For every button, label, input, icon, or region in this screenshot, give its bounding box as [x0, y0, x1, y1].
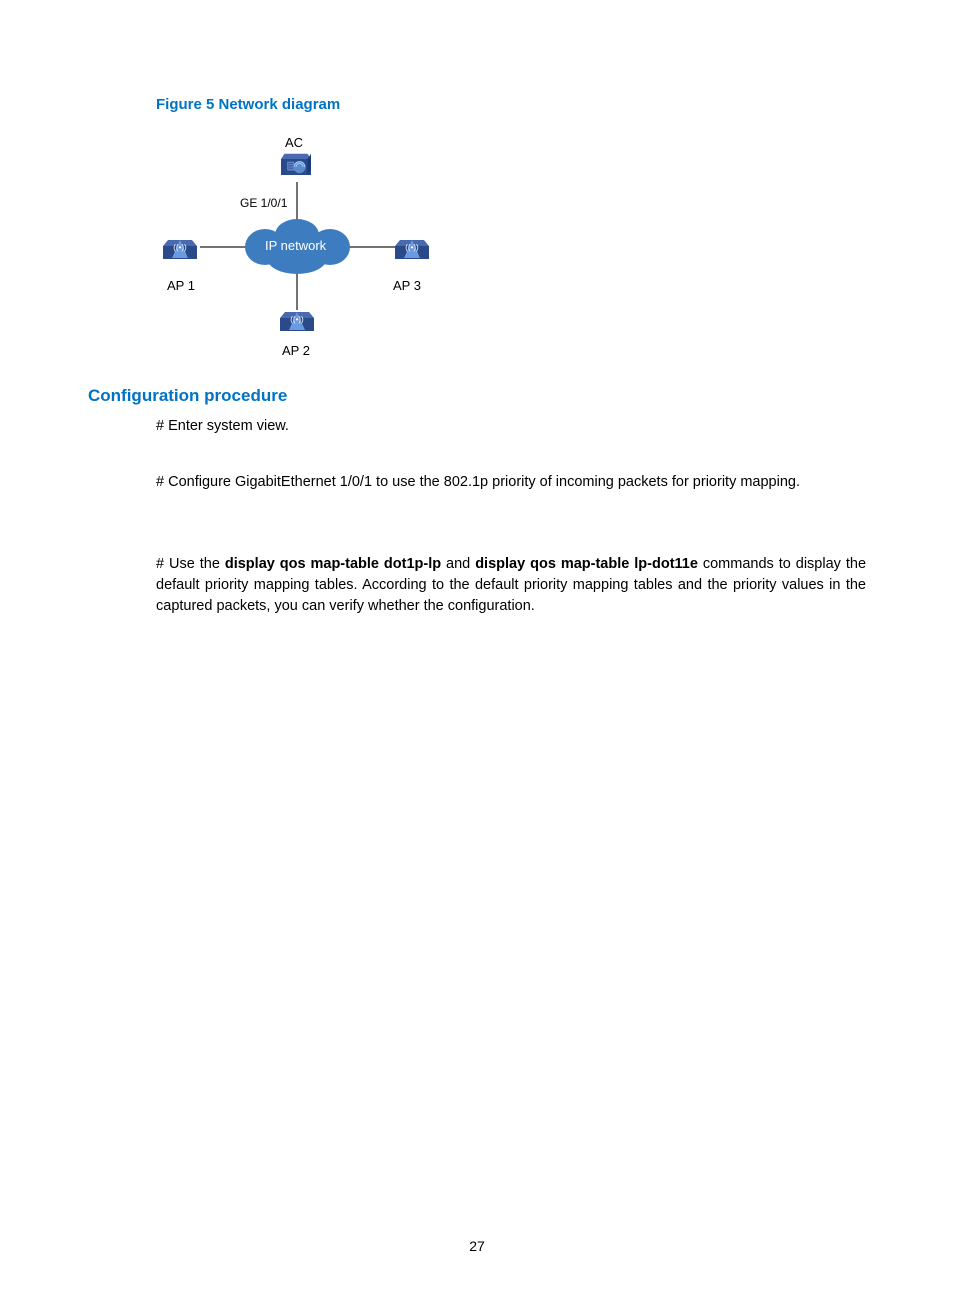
- figure-title: Figure 5 Network diagram: [156, 96, 340, 113]
- p3-cmd1: display qos map-table dot1p-lp: [225, 556, 441, 572]
- p3-cmd2: display qos map-table lp-dot11e: [475, 556, 698, 572]
- p3-text-mid: and: [441, 556, 475, 572]
- page-number: 27: [0, 1238, 954, 1254]
- paragraph-1: # Enter system view.: [156, 416, 866, 437]
- ap2-device-icon: ((•)): [277, 308, 317, 336]
- paragraph-2: # Configure GigabitEthernet 1/0/1 to use…: [156, 472, 866, 493]
- ap3-device-icon: ((•)): [392, 236, 432, 264]
- ip-network-label: IP network: [265, 238, 326, 253]
- svg-text:((•)): ((•)): [405, 243, 419, 252]
- ap3-label: AP 3: [393, 278, 421, 293]
- ap1-device-icon: ((•)): [160, 236, 200, 264]
- p3-text-pre: # Use the: [156, 556, 225, 572]
- section-heading: Configuration procedure: [88, 386, 287, 406]
- ac-device-icon: [278, 152, 314, 182]
- paragraph-3: # Use the display qos map-table dot1p-lp…: [156, 554, 866, 617]
- ge-interface-label: GE 1/0/1: [240, 196, 287, 210]
- svg-text:((•)): ((•)): [290, 315, 304, 324]
- svg-text:((•)): ((•)): [173, 243, 187, 252]
- ac-label: AC: [285, 135, 303, 150]
- ap1-label: AP 1: [167, 278, 195, 293]
- ap2-label: AP 2: [282, 343, 310, 358]
